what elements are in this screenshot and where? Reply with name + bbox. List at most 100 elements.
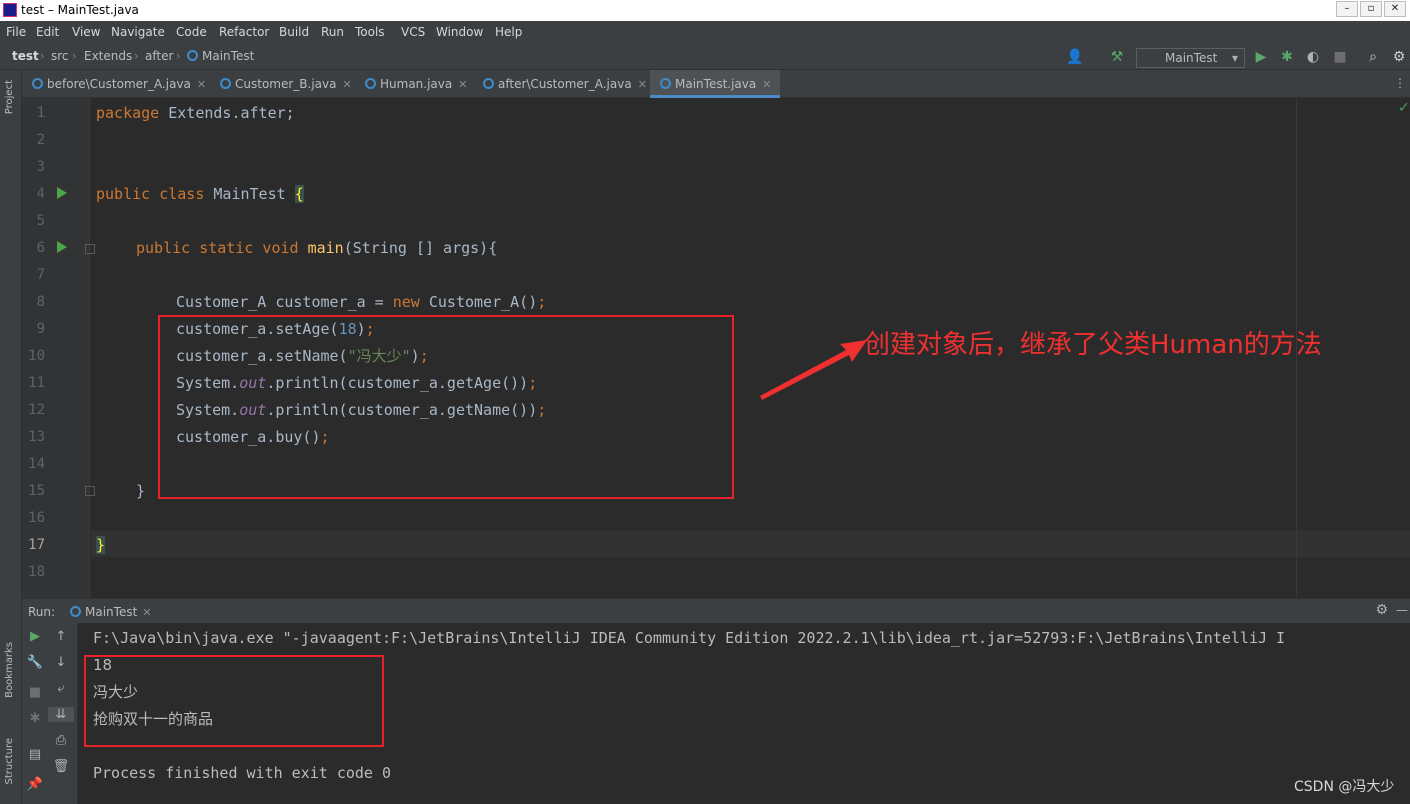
line-gutter: 1 2 3 4 5 6 7 8 9 10 11 12 13 14 15 16 1… [22,98,95,598]
tab-maintest[interactable]: MainTest.java ✕ [650,70,780,98]
fold-marker-icon[interactable] [85,486,95,496]
minimize-icon[interactable]: – [1336,1,1358,17]
menu-edit[interactable]: Edit [36,25,59,39]
current-line-highlight [91,530,1410,557]
menu-window[interactable]: Window [436,25,483,39]
gear-icon[interactable]: ⚙ [1375,602,1388,618]
line-number: 12 [28,402,45,418]
close-tab-icon[interactable]: ✕ [197,78,206,91]
close-tab-icon[interactable]: ✕ [762,78,771,91]
structure-tool-tab[interactable]: Structure [4,738,15,785]
menu-run[interactable]: Run [321,25,344,39]
menu-vcs[interactable]: VCS [401,25,425,39]
menu-view[interactable]: View [72,25,100,39]
line-number: 13 [28,429,45,445]
up-arrow-icon[interactable]: ↑ [48,629,74,644]
maximize-icon[interactable]: ▫ [1360,1,1382,17]
left-tool-strip: Project Bookmarks Structure [0,70,22,804]
run-icon[interactable]: ▶ [1252,48,1270,66]
run-gutter-icon[interactable] [57,241,67,253]
line-number: 5 [36,213,45,229]
dump-threads-icon[interactable]: ✱ [22,711,48,726]
line-number: 2 [36,132,45,148]
window-title: test – MainTest.java [21,3,139,17]
tab-human[interactable]: Human.java ✕ [355,70,473,98]
menu-file[interactable]: File [6,25,26,39]
soft-wrap-icon[interactable]: ⤶ [48,681,74,696]
run-toolbar-secondary: ↑ ↓ ⤶ ⇊ ⎙ 🗑 [48,623,78,804]
editor-tabs: before\Customer_A.java ✕ Customer_B.java ✕… [22,70,1410,98]
pin-icon[interactable]: 📌 [22,777,48,792]
coverage-icon[interactable]: ◐ [1304,48,1322,66]
annotation-text: 创建对象后，继承了父类Human的方法 [864,330,1322,360]
close-tab-icon[interactable]: ✕ [342,78,351,91]
project-tool-tab[interactable]: Project [4,80,15,114]
line-number: 1 [36,105,45,121]
search-icon[interactable]: ⌕ [1364,48,1382,66]
run-tab-maintest[interactable]: MainTest ✕ [70,605,152,619]
console-command: F:\Java\bin\java.exe "-javaagent:F:\JetB… [93,629,1286,647]
gear-icon[interactable]: ⚙ [1390,48,1408,66]
menu-tools[interactable]: Tools [355,25,385,39]
stop-icon[interactable]: ■ [1331,48,1349,66]
tab-after-customer-a[interactable]: after\Customer_A.java ✕ [473,70,650,98]
line-number: 16 [28,510,45,526]
hide-icon[interactable]: — [1396,603,1408,617]
output-highlight-box [84,655,384,747]
scroll-to-end-icon[interactable]: ⇊ [48,707,74,722]
fold-marker-icon[interactable] [85,244,95,254]
run-configuration-select[interactable]: MainTest ▾ [1136,48,1245,68]
breadcrumb-subpackage[interactable]: after [145,49,173,63]
layout-icon[interactable]: ▤ [22,747,48,762]
code-line-8: Customer_A customer_a = new Customer_A()… [176,293,547,311]
bookmarks-tool-tab[interactable]: Bookmarks [4,642,15,698]
menu-build[interactable]: Build [279,25,309,39]
close-tab-icon[interactable]: ✕ [142,606,151,619]
rerun-icon[interactable]: ▶ [22,629,48,644]
close-icon[interactable]: ✕ [1384,1,1406,17]
line-number: 8 [36,294,45,310]
close-tab-icon[interactable]: ✕ [638,78,647,91]
print-icon[interactable]: ⎙ [48,733,74,748]
build-hammer-icon[interactable]: ⚒ [1108,48,1126,66]
line-number: 3 [36,159,45,175]
menu-navigate[interactable]: Navigate [111,25,165,39]
class-icon [187,50,198,61]
run-gutter-icon[interactable] [57,187,67,199]
class-icon [483,78,494,89]
run-toolbar-primary: ▶ 🔧 ■ ✱ ▤ 📌 [22,623,48,804]
intellij-logo-icon [3,3,17,17]
debug-icon[interactable]: ✱ [1278,48,1296,66]
breadcrumb-package[interactable]: Extends [84,49,132,63]
close-tab-icon[interactable]: ✕ [458,78,467,91]
breadcrumb-src[interactable]: src [51,49,69,63]
chevron-down-icon: ▾ [1231,51,1238,65]
user-icon[interactable]: 👤 [1066,48,1084,66]
menu-code[interactable]: Code [176,25,207,39]
line-number: 15 [28,483,45,499]
menu-bar: File Edit View Navigate Code Refactor Bu… [0,21,1410,44]
run-header: Run: MainTest ✕ ⚙ — [22,598,1410,623]
breadcrumb-class[interactable]: MainTest [187,49,254,63]
run-tool-window: Run: MainTest ✕ ⚙ — ▶ 🔧 ■ ✱ ▤ 📌 ↑ ↓ ⤶ ⇊ ⎙… [22,598,1410,804]
down-arrow-icon[interactable]: ↓ [48,655,74,670]
breadcrumb-separator: › [72,49,77,63]
tab-before-customer-a[interactable]: before\Customer_A.java ✕ [22,70,210,98]
wrench-icon[interactable]: 🔧 [22,655,48,670]
code-line-17: } [96,536,106,554]
code-line-6: public static void main(String [] args){ [136,239,498,257]
breadcrumb-project[interactable]: test [12,49,39,63]
inspection-ok-icon[interactable]: ✓ [1398,100,1410,116]
breadcrumb-separator: › [176,49,181,63]
line-number: 9 [36,321,45,337]
menu-help[interactable]: Help [495,25,522,39]
line-number: 11 [28,375,45,391]
menu-refactor[interactable]: Refactor [219,25,269,39]
trash-icon[interactable]: 🗑 [48,759,74,774]
code-line-4: public class MainTest { [96,185,304,203]
more-icon[interactable]: ⋮ [1394,76,1406,90]
stop-icon[interactable]: ■ [22,685,48,700]
class-icon [660,78,671,89]
tab-customer-b[interactable]: Customer_B.java ✕ [210,70,355,98]
code-line-15: } [136,482,146,500]
